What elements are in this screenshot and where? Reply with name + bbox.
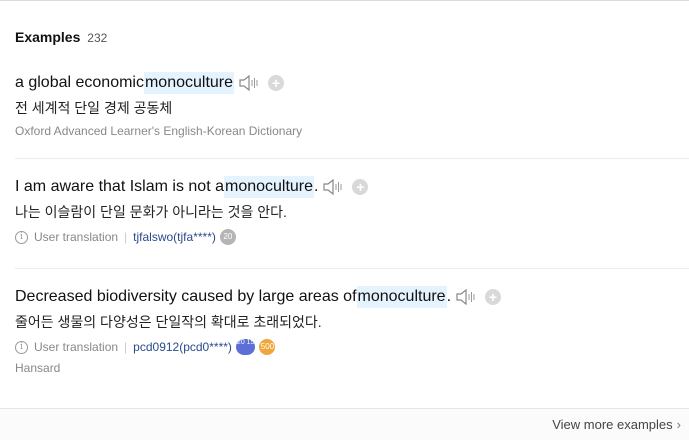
example-item: a global economic monoculture + 전 세계적 단일…: [15, 72, 689, 138]
examples-title: Examples: [15, 29, 81, 45]
user-link[interactable]: tjfalswo(tjfa****): [133, 230, 216, 244]
add-to-wordbook-plus-icon[interactable]: +: [485, 289, 502, 305]
sentence-text: .: [446, 288, 452, 305]
sentence-text: .: [314, 178, 319, 195]
speaker-icon[interactable]: [455, 287, 477, 307]
example-translation: 나는 이슬람이 단일 문화가 아니라는 것을 안다.: [15, 204, 287, 220]
user-level-badge: 500: [259, 339, 276, 355]
footer-bar: View more examples ›: [0, 408, 689, 440]
info-icon[interactable]: i: [15, 340, 28, 354]
speaker-icon[interactable]: [238, 73, 260, 93]
year-badge: 20 15: [235, 339, 256, 355]
example-sentence: Decreased biodiversity caused by large a…: [15, 286, 689, 308]
add-to-wordbook-plus-icon[interactable]: +: [268, 75, 285, 91]
example-source: Oxford Advanced Learner's English-Korean…: [15, 124, 303, 138]
example-item: Decreased biodiversity caused by large a…: [15, 286, 689, 375]
divider: [15, 158, 689, 159]
sentence-text: Decreased biodiversity caused by large a…: [15, 288, 357, 305]
examples-header: Examples 232: [15, 29, 107, 45]
chevron-right-icon: ›: [676, 417, 681, 432]
example-item: I am aware that Islam is not a monocultu…: [15, 176, 689, 245]
view-more-examples-link[interactable]: View more examples ›: [552, 417, 681, 432]
example-translation: 줄어든 생물의 다양성은 단일작의 확대로 초래되었다.: [15, 314, 322, 330]
sentence-text: a global economic: [15, 74, 144, 91]
sentence-text: I am aware that Islam is not a: [15, 178, 224, 195]
add-to-wordbook-plus-icon[interactable]: +: [352, 179, 369, 195]
highlighted-word: monoculture: [143, 72, 235, 94]
highlighted-word: monoculture: [356, 286, 447, 308]
top-border: [0, 0, 689, 1]
highlighted-word: monoculture: [223, 176, 315, 198]
separator: |: [124, 230, 128, 244]
separator: |: [124, 340, 128, 354]
examples-count: 232: [87, 31, 108, 45]
source-label: User translation: [34, 340, 119, 354]
info-icon[interactable]: i: [15, 230, 28, 244]
example-sentence: a global economic monoculture +: [15, 72, 689, 94]
source-label: User translation: [34, 230, 119, 244]
example-translation: 전 세계적 단일 경제 공동체: [15, 100, 173, 116]
translation-source-row: i User translation | pcd0912(pcd0****) 2…: [15, 339, 689, 355]
speaker-icon[interactable]: [322, 177, 344, 197]
divider: [15, 268, 689, 269]
example-source: Hansard: [15, 361, 61, 375]
user-link[interactable]: pcd0912(pcd0****): [133, 340, 232, 354]
view-more-label: View more examples: [552, 417, 673, 432]
translation-source-row: i User translation | tjfalswo(tjfa****) …: [15, 229, 689, 245]
example-sentence: I am aware that Islam is not a monocultu…: [15, 176, 689, 198]
user-level-badge: 20: [219, 229, 236, 245]
